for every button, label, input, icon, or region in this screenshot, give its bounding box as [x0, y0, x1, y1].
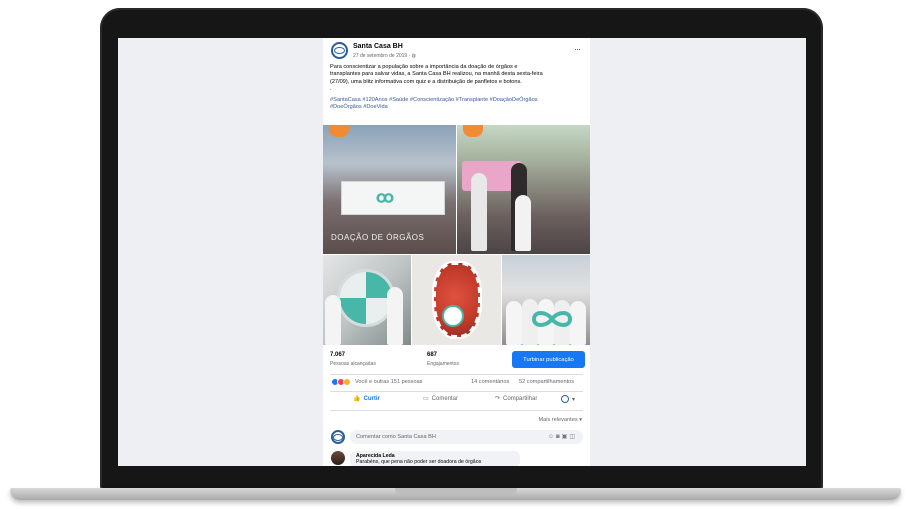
page-selector[interactable]: ▾	[561, 395, 575, 403]
wow-reaction-icon	[343, 378, 351, 386]
post-text-line: .	[330, 85, 332, 92]
comment-filter[interactable]: Mais relevantes ▾	[538, 417, 582, 423]
person-figure	[325, 295, 341, 345]
post-text: Para conscientizar a população sobre a i…	[323, 64, 590, 93]
comment-bubble: Aparecida Leda Parabéns, que pena não po…	[350, 451, 520, 466]
composer-avatar	[331, 430, 345, 444]
post-insights: 7.067 Pessoas alcançadas 687 Engajamento…	[323, 350, 590, 370]
thumbs-up-icon: 👍	[353, 396, 361, 402]
infinity-icon	[376, 193, 394, 203]
photo-caption: DOAÇÃO DE ÓRGÃOS	[331, 233, 425, 242]
chevron-down-icon: ▾	[572, 396, 576, 403]
comment-label: Comentar	[431, 395, 459, 402]
comment-composer: Comentar como Santa Casa BH ☺◙▣◫	[331, 430, 583, 444]
reaction-summary[interactable]: Você e outras 151 pessoas	[355, 379, 422, 385]
boost-post-button[interactable]: Turbinar publicação	[512, 351, 585, 368]
person-figure	[506, 301, 522, 345]
photo-group[interactable]	[502, 255, 590, 345]
comment-item: Aparecida Leda Parabéns, que pena não po…	[331, 451, 583, 466]
photo-banner-group[interactable]: DOAÇÃO DE ÓRGÃOS	[323, 125, 456, 254]
commenter-avatar[interactable]	[331, 451, 345, 465]
comment-filter-label: Mais relevantes	[538, 417, 578, 423]
share-arrow-icon: ↷	[495, 396, 501, 402]
emoji-icon[interactable]: ☺	[548, 434, 556, 440]
composer-icons: ☺◙▣◫	[548, 433, 577, 440]
reaction-icons[interactable]	[331, 378, 353, 386]
laptop-notch	[395, 488, 517, 495]
photo-grid: DOAÇÃO DE ÓRGÃOS	[323, 125, 590, 345]
sticker-icon[interactable]: ◫	[569, 434, 577, 440]
page-avatar-small-icon	[561, 395, 569, 403]
share-label: Compartilhar	[503, 395, 538, 402]
like-label: Curtir	[363, 395, 380, 402]
speech-bubble-icon: ▭	[423, 396, 429, 402]
photo-heart-pin[interactable]	[412, 255, 501, 345]
reach-label: Pessoas alcançadas	[330, 361, 376, 367]
mockup-stage: Santa Casa BH 27 de setembro de 2019 · ◍…	[0, 0, 911, 509]
infinity-icon	[531, 311, 573, 327]
post-hashtags: #SantaCasa #120Anos #Saúde #Conscientiza…	[323, 93, 590, 112]
post-header: Santa Casa BH 27 de setembro de 2019 · ◍…	[323, 42, 590, 64]
photo-quiz-wheel[interactable]	[323, 255, 411, 345]
post-text-line: transplantes para salvar vidas, a Santa …	[330, 71, 543, 78]
post-date-text: 27 de setembro de 2019 ·	[353, 53, 412, 59]
page-name[interactable]: Santa Casa BH	[353, 43, 403, 50]
post-date[interactable]: 27 de setembro de 2019 · ◍	[353, 53, 416, 59]
person-figure	[387, 287, 403, 345]
comment-count[interactable]: 14 comentários	[471, 379, 509, 385]
post-text-line: Para conscientizar a população sobre a i…	[330, 64, 518, 70]
divider	[330, 374, 583, 375]
share-button[interactable]: ↷ Compartilhar	[495, 395, 538, 403]
chevron-down-icon: ▾	[579, 417, 582, 423]
comment-button[interactable]: ▭ Comentar	[423, 395, 459, 403]
reach-value: 7.067	[330, 352, 346, 358]
engagement-label: Engajamentos	[427, 361, 459, 367]
engagement-value: 687	[427, 352, 438, 358]
page-avatar[interactable]	[331, 42, 348, 59]
facebook-post: Santa Casa BH 27 de setembro de 2019 · ◍…	[323, 38, 590, 466]
more-options-icon[interactable]: ···	[574, 44, 581, 54]
person-figure	[515, 195, 531, 251]
photo-volunteers[interactable]	[457, 125, 590, 254]
person-figure	[471, 173, 487, 251]
share-count[interactable]: 52 compartilhamentos	[519, 379, 574, 385]
infinity-pin-icon	[442, 305, 464, 327]
comment-text: Parabéns, que pena não poder ser doadora…	[356, 459, 482, 465]
like-button[interactable]: 👍 Curtir	[353, 395, 380, 403]
logo-badge-icon	[329, 125, 349, 137]
divider	[330, 410, 583, 411]
laptop-screen: Santa Casa BH 27 de setembro de 2019 · ◍…	[118, 38, 806, 466]
post-actions: 👍 Curtir ▭ Comentar ↷ Compartilhar ▾	[323, 395, 590, 407]
divider	[330, 391, 583, 392]
post-text-line: (27/09), uma blitz informativa com quiz …	[330, 78, 522, 85]
hashtags-line[interactable]: #DoeÓrgãos #DoeVida	[330, 104, 583, 111]
globe-icon: ◍	[411, 53, 417, 59]
reaction-summary-row: Você e outras 151 pessoas 14 comentários…	[323, 378, 590, 388]
logo-badge-icon	[463, 125, 483, 137]
